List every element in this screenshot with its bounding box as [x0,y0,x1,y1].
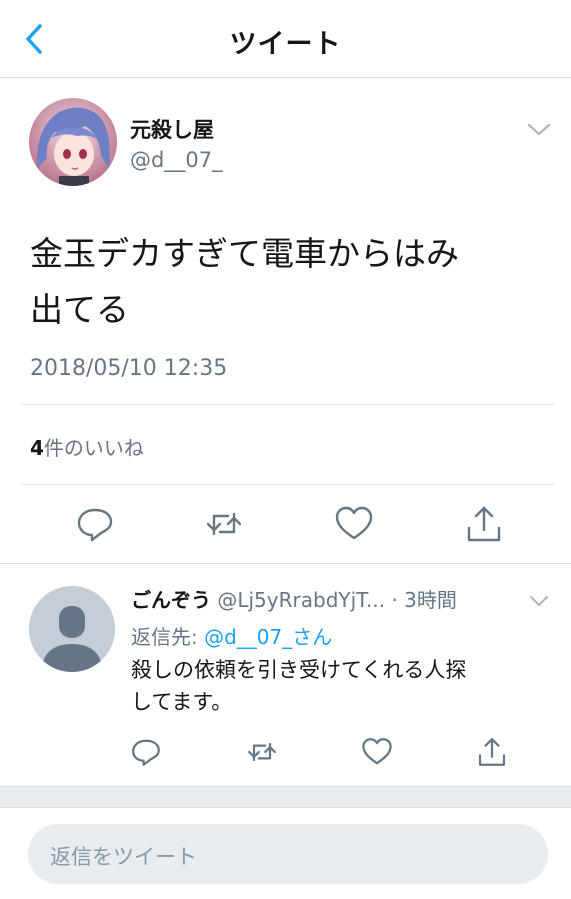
reply-to-mention[interactable]: @d__07_さん [204,625,332,649]
divider [22,404,555,405]
section-gap [0,786,571,808]
reply-text-line-2: してます。 [131,690,233,714]
reply-header: ごんぞう @Lj5yRrabdYjT... · 3時間 [131,584,457,613]
default-avatar[interactable] [29,586,115,672]
reply-tweet[interactable]: ごんぞう @Lj5yRrabdYjT... · 3時間 返信先: @d__07_… [0,564,571,786]
tweet-text-line-1: 金玉デカすぎて電車からはみ [30,234,459,273]
tweet-text: 金玉デカすぎて電車からはみ 出てる [30,226,550,338]
reply-to-label: 返信先: [131,625,205,649]
reply-author-handle[interactable]: @Lj5yRrabdYjT... [217,588,385,612]
divider [22,484,555,485]
compose-bar: 返信をツイート [0,808,571,899]
like-icon[interactable] [334,504,374,544]
author-handle[interactable]: @d__07_ [130,148,223,172]
reply-author-name[interactable]: ごんぞう [131,588,211,612]
reply-text: 殺しの依頼を引き受けてくれる人探 してます。 [131,654,551,718]
chevron-down-icon[interactable] [528,594,550,608]
reply-compose-input[interactable]: 返信をツイート [28,824,548,884]
main-tweet: 元殺し屋 @d__07_ 金玉デカすぎて電車からはみ 出てる 2018/05/1… [0,78,571,564]
reply-text-line-1: 殺しの依頼を引き受けてくれる人探 [131,658,467,682]
share-icon[interactable] [476,736,508,768]
retweet-icon[interactable] [204,504,244,544]
likes-count[interactable]: 4件のいいね [30,432,144,461]
reply-icon[interactable] [75,504,115,544]
reply-icon[interactable] [130,736,162,768]
reply-time: · 3時間 [391,588,457,612]
reply-compose-placeholder: 返信をツイート [50,845,197,869]
reply-to: 返信先: @d__07_さん [131,621,332,650]
avatar[interactable] [29,98,117,186]
chevron-down-icon[interactable] [526,120,552,138]
like-icon[interactable] [361,736,393,768]
likes-number: 4 [30,436,44,460]
tweet-timestamp: 2018/05/10 12:35 [30,356,228,381]
author-name[interactable]: 元殺し屋 [130,114,214,144]
retweet-icon[interactable] [246,736,278,768]
share-icon[interactable] [464,504,504,544]
nav-bar: ツイート [0,0,571,78]
page-title: ツイート [229,29,342,60]
likes-label: 件のいいね [43,436,144,460]
tweet-text-line-2: 出てる [30,290,129,329]
